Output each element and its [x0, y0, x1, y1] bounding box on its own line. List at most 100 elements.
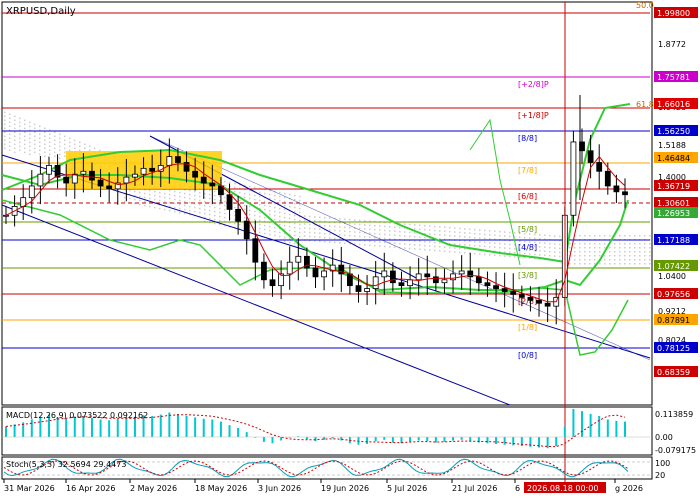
cloud-dot	[264, 224, 266, 227]
cloud-dot	[249, 197, 251, 200]
stoch-tick-100: 100	[655, 459, 670, 468]
cloud-dot	[149, 205, 151, 208]
cloud-dot	[229, 181, 231, 184]
cloud-dot	[29, 133, 31, 136]
cloud-dot	[329, 241, 331, 243]
cloud-dot	[389, 226, 391, 228]
chart-window[interactable]: [8/8] [7/8] [6/8] [5/8] [4/8] [3/8] [2/8] [1/8]…	[0, 0, 700, 500]
cloud-dot	[199, 203, 201, 206]
cloud-dot	[259, 191, 261, 194]
cloud-dot	[159, 207, 161, 210]
cloud-dot	[534, 253, 536, 256]
cloud-dot	[264, 208, 266, 211]
cloud-dot	[304, 215, 306, 217]
cloud-dot	[544, 254, 546, 257]
candle-bull	[415, 273, 422, 281]
cloud-dot	[649, 255, 651, 257]
cloud-dot	[394, 242, 396, 245]
murrey-label: [0/8]	[518, 351, 537, 360]
cloud-dot	[24, 119, 26, 122]
macd-label: MACD(12,26,9) 0.073522 0.092162	[6, 411, 148, 420]
cloud-dot	[579, 243, 581, 245]
cloud-dot	[269, 205, 271, 208]
cloud-dot	[339, 226, 341, 228]
cloud-dot	[574, 255, 576, 257]
cloud-dot	[579, 263, 581, 265]
murrey-label: [4/8]	[518, 243, 537, 252]
cloud-dot	[474, 240, 476, 243]
cloud-dot	[574, 243, 576, 245]
time-label: 6	[515, 484, 520, 493]
cloud-dot	[319, 228, 321, 231]
cloud-dot	[584, 255, 586, 257]
cloud-dot	[154, 190, 156, 193]
cloud-dot	[389, 246, 391, 248]
cloud-dot	[204, 200, 206, 203]
cloud-dot	[199, 207, 201, 210]
cloud-dot	[29, 137, 31, 140]
price-badge-label: 1.36719	[657, 182, 690, 191]
cloud-dot	[284, 236, 286, 239]
candle-bull	[28, 185, 35, 199]
price-badge-label: 1.75781	[657, 73, 690, 82]
candle-bear	[389, 270, 396, 284]
cloud-dot	[344, 234, 346, 237]
cloud-dot	[354, 231, 356, 233]
price-candles	[3, 95, 628, 325]
candle-bull	[46, 165, 52, 175]
cloud-dot	[644, 251, 646, 253]
cloud-dot	[274, 218, 276, 221]
cloud-dot	[399, 234, 401, 237]
cloud-dot	[484, 245, 486, 248]
cloud-dot	[184, 192, 186, 195]
cloud-dot	[439, 234, 441, 236]
candle-bull	[37, 173, 44, 187]
cloud-dot	[309, 227, 311, 230]
cloud-dot	[279, 235, 281, 238]
cloud-dot	[364, 244, 366, 246]
cloud-dot	[14, 127, 16, 130]
cloud-dot	[164, 208, 166, 211]
cloud-dot	[294, 230, 296, 233]
price-axis[interactable]: 1.87721.64261.51881.40001.04000.92120.80…	[654, 7, 698, 377]
cloud-dot	[49, 137, 51, 140]
cloud-dot	[59, 141, 61, 144]
cloud-dot	[389, 234, 391, 236]
chart-canvas[interactable]: [8/8][7/8][6/8][5/8][4/8][3/8][2/8][1/8]…	[0, 0, 700, 500]
cloud-dot	[294, 210, 296, 213]
cloud-dot	[604, 263, 606, 265]
cloud-dot	[39, 145, 41, 148]
cloud-dot	[129, 197, 131, 200]
price-badge-label: 1.07422	[657, 262, 690, 271]
cloud-dot	[14, 147, 16, 150]
cloud-dot	[214, 206, 216, 209]
cloud-dot	[354, 223, 356, 225]
cloud-dot	[219, 199, 221, 202]
cloud-dot	[479, 245, 481, 247]
cloud-dot	[199, 191, 201, 194]
cloud-dot	[439, 226, 441, 228]
cloud-dot	[604, 247, 606, 249]
cloud-dot	[289, 241, 291, 244]
cloud-dot	[414, 248, 416, 250]
candle-bear	[613, 185, 620, 193]
cloud-dot	[309, 215, 311, 218]
cloud-dot	[649, 251, 651, 253]
cloud-dot	[194, 194, 196, 197]
cloud-dot	[259, 223, 261, 226]
cloud-dot	[234, 190, 236, 193]
cloud-dot	[584, 243, 586, 245]
cloud-dot	[374, 244, 376, 247]
cloud-dot	[369, 244, 371, 247]
cloud-dot	[54, 131, 56, 134]
cloud-dot	[239, 223, 241, 226]
cloud-dot	[454, 247, 456, 249]
candle-bear	[510, 291, 517, 295]
cloud-dot	[9, 145, 11, 148]
cloud-dot	[154, 194, 156, 197]
cloud-dot	[254, 210, 256, 213]
cloud-dot	[254, 198, 256, 201]
candle-bear	[89, 170, 95, 181]
cloud-dot	[619, 243, 621, 245]
cloud-dot	[419, 228, 421, 231]
